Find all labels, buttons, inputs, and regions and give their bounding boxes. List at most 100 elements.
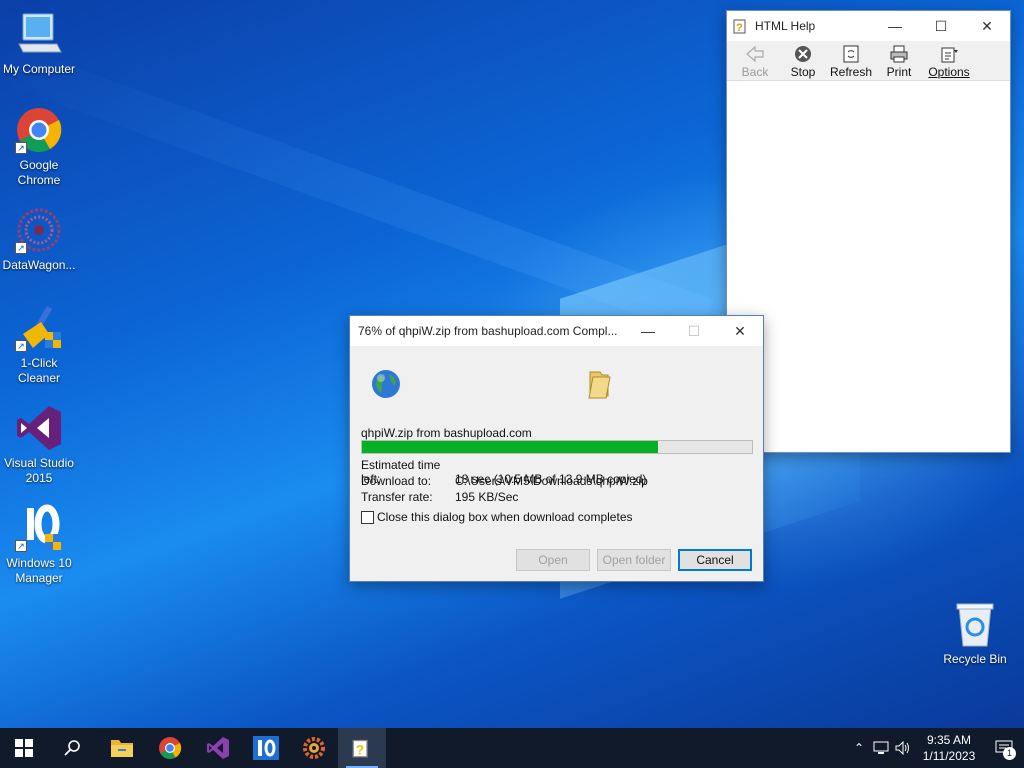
back-button[interactable]: Back [731, 41, 779, 80]
transfer-rate-row: Transfer rate: 195 KB/Sec [361, 490, 518, 504]
refresh-button[interactable]: Refresh [827, 41, 875, 80]
folder-icon [586, 368, 612, 403]
options-label: Options [928, 65, 970, 79]
desktop-icon-1-click-cleaner[interactable]: ↗ 1-Click Cleaner [0, 304, 78, 386]
shortcut-arrow-icon: ↗ [15, 340, 27, 352]
back-label: Back [741, 65, 769, 79]
back-arrow-icon [746, 45, 764, 63]
stop-button[interactable]: Stop [779, 41, 827, 80]
open-folder-button: Open folder [597, 549, 671, 571]
taskbar-google-chrome[interactable] [146, 728, 194, 768]
volume-icon[interactable] [892, 741, 914, 755]
visual-studio-icon [207, 737, 229, 759]
maximize-button: ☐ [687, 322, 701, 339]
download-dialog-title: 76% of qhpiW.zip from bashupload.com Com… [358, 324, 618, 338]
stop-label: Stop [790, 65, 816, 79]
recycle-bin-icon [951, 600, 999, 648]
globe-icon [370, 368, 402, 403]
broom-icon: ↗ [15, 304, 63, 352]
close-when-complete-label: Close this dialog box when download comp… [377, 510, 633, 524]
print-button[interactable]: Print [875, 41, 923, 80]
svg-text:?: ? [736, 22, 743, 34]
refresh-label: Refresh [829, 65, 873, 79]
system-tray: ⌃ 9:35 AM 1/11/2023 1 [848, 728, 1024, 768]
datawagon-icon: ↗ [15, 206, 63, 254]
desktop-icon-label: Google Chrome [17, 158, 61, 187]
desktop: My Computer ↗ Google Chrome ↗ DataWagon. [0, 0, 1024, 728]
download-to-label: Download to: [361, 474, 432, 488]
minimize-button[interactable]: — [872, 11, 918, 41]
clock-time: 9:35 AM [926, 733, 972, 747]
shortcut-arrow-icon: ↗ [15, 142, 27, 154]
close-button[interactable]: ✕ [717, 316, 763, 346]
transfer-rate-label: Transfer rate: [361, 490, 433, 504]
print-label: Print [886, 65, 912, 79]
clock[interactable]: 9:35 AM 1/11/2023 [914, 732, 984, 764]
windows-10-manager-icon [253, 736, 279, 760]
desktop-icon-label: 1-Click Cleaner [17, 356, 61, 385]
download-dialog-body: qhpiW.zip from bashupload.com Estimated … [350, 346, 763, 581]
desktop-icon-label: Recycle Bin [943, 652, 1007, 666]
shortcut-arrow-icon: ↗ [15, 540, 27, 552]
download-progress-fill [362, 441, 659, 453]
close-when-complete-checkbox[interactable] [361, 510, 374, 524]
download-dialog-titlebar[interactable]: 76% of qhpiW.zip from bashupload.com Com… [350, 316, 763, 346]
taskbar-settings-app[interactable] [290, 728, 338, 768]
taskbar-windows-10-manager[interactable] [242, 728, 290, 768]
desktop-icon-datawagon[interactable]: ↗ DataWagon... [0, 206, 78, 273]
open-button: Open [516, 549, 590, 571]
download-to-row: Download to: C:\Users\VM5\Downloads\qhpiW… [361, 474, 648, 488]
help-question-icon: ? [727, 18, 755, 34]
html-help-title: HTML Help [755, 19, 816, 33]
taskbar-file-explorer[interactable] [98, 728, 146, 768]
desktop-icon-visual-studio-2015[interactable]: Visual Studio 2015 [0, 404, 78, 486]
visual-studio-icon [15, 404, 63, 452]
search-button[interactable] [48, 728, 96, 768]
desktop-icon-my-computer[interactable]: My Computer [0, 10, 78, 77]
desktop-icon-label: Visual Studio 2015 [4, 456, 74, 485]
computer-icon [15, 10, 63, 58]
taskbar-html-help[interactable]: ? [338, 728, 386, 768]
download-progress-bar [361, 440, 753, 454]
refresh-icon [843, 45, 859, 63]
desktop-icon-windows-10-manager[interactable]: ↗ Windows 10 Manager [0, 504, 78, 586]
html-help-window[interactable]: ? HTML Help — ☐ ✕ Back Stop Refresh Prin… [726, 10, 1011, 453]
svg-text:?: ? [356, 742, 364, 757]
gear-icon [303, 737, 325, 759]
download-dialog[interactable]: 76% of qhpiW.zip from bashupload.com Com… [349, 315, 764, 582]
printer-icon [890, 45, 908, 63]
shortcut-arrow-icon: ↗ [15, 242, 27, 254]
start-button[interactable] [0, 728, 48, 768]
options-icon [941, 47, 958, 63]
desktop-icon-label: My Computer [2, 62, 76, 76]
desktop-icon-label: DataWagon... [2, 258, 76, 272]
chrome-icon [159, 737, 182, 759]
desktop-icon-recycle-bin[interactable]: Recycle Bin [936, 600, 1014, 667]
minimize-button[interactable]: — [625, 316, 671, 346]
maximize-button[interactable]: ☐ [918, 11, 964, 41]
cancel-button[interactable]: Cancel [678, 549, 752, 571]
close-button[interactable]: ✕ [964, 11, 1010, 41]
chevron-up-icon[interactable]: ⌃ [848, 741, 870, 755]
html-help-content[interactable] [727, 81, 1010, 452]
windows-logo-icon [15, 739, 33, 757]
taskbar-visual-studio[interactable] [194, 728, 242, 768]
download-to-value: C:\Users\VM5\Downloads\qhpiW.zip [455, 474, 648, 488]
desktop-icon-google-chrome[interactable]: ↗ Google Chrome [0, 106, 78, 188]
html-help-titlebar[interactable]: ? HTML Help — ☐ ✕ [727, 11, 1010, 41]
notification-count-badge: 1 [1003, 747, 1016, 760]
close-when-complete-option[interactable]: Close this dialog box when download comp… [361, 510, 633, 524]
network-icon[interactable] [870, 741, 892, 755]
file-explorer-icon [111, 740, 133, 757]
clock-date: 1/11/2023 [922, 749, 976, 763]
help-question-icon: ? [352, 739, 368, 758]
desktop-icon-label: Windows 10 Manager [6, 556, 72, 585]
taskbar: ? ⌃ 9:35 AM 1/11/2023 1 [0, 728, 1024, 768]
html-help-toolbar: Back Stop Refresh Print Options [727, 41, 1010, 81]
transfer-rate-value: 195 KB/Sec [455, 490, 519, 504]
options-button[interactable]: Options [923, 41, 975, 80]
notifications-button[interactable]: 1 [984, 740, 1024, 760]
search-icon [64, 740, 80, 756]
windows-10-manager-icon: ↗ [15, 504, 63, 552]
download-source: qhpiW.zip from bashupload.com [361, 426, 532, 440]
